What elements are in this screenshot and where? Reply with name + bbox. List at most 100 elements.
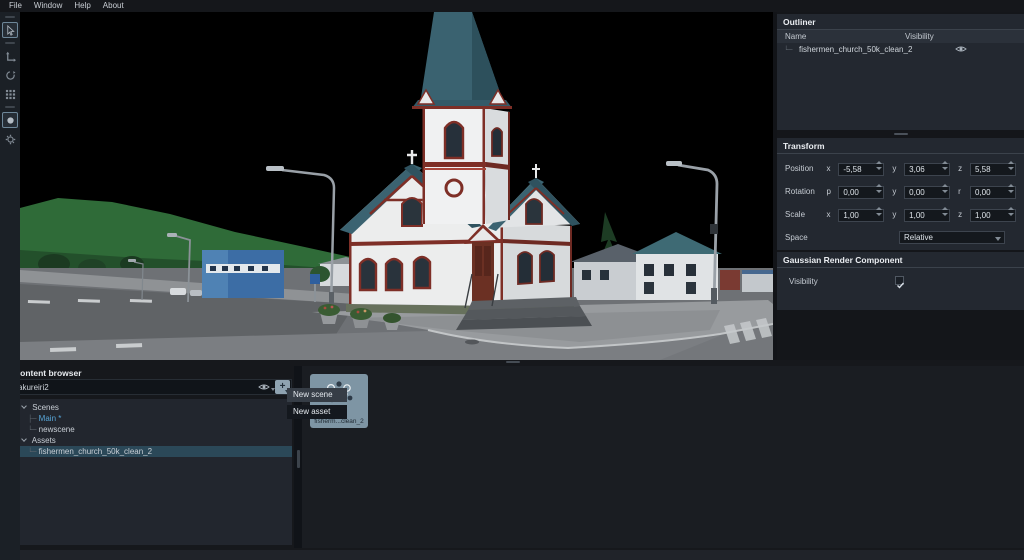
spinner-icon[interactable]: [1008, 207, 1014, 216]
axis-x-label: x: [826, 164, 838, 173]
space-value: Relative: [904, 233, 933, 242]
horizontal-splitter[interactable]: [506, 361, 520, 363]
axis-y-label: y: [892, 187, 904, 196]
scale-tool-button[interactable]: [2, 86, 18, 102]
viewport-3d[interactable]: [20, 12, 773, 360]
move-axes-icon: [5, 51, 16, 62]
content-filter-row: +: [12, 379, 292, 395]
menu-help[interactable]: Help: [69, 0, 95, 12]
rotation-label: Rotation: [785, 187, 826, 196]
toolbar-separator: [5, 16, 15, 18]
select-tool-button[interactable]: [2, 22, 18, 38]
column-name[interactable]: Name: [785, 32, 806, 41]
axis-p-label: p: [826, 187, 838, 196]
rotate-tool-button[interactable]: [2, 67, 18, 83]
tree-group-scenes[interactable]: Scenes: [12, 402, 292, 413]
outliner-row[interactable]: └─ fishermen_church_50k_clean_2: [777, 43, 1024, 56]
menu-item-new-asset[interactable]: New asset: [287, 405, 347, 419]
spinner-icon[interactable]: [876, 161, 882, 170]
toolbar-separator: [5, 42, 15, 44]
position-label: Position: [785, 164, 826, 173]
translate-tool-button[interactable]: [2, 48, 18, 64]
gaussian-component-title: Gaussian Render Component: [777, 252, 1024, 268]
tree-tee-icon: ├─: [28, 415, 36, 423]
visibility-checkbox[interactable]: [895, 276, 904, 285]
visibility-label: Visibility: [789, 277, 818, 286]
spinner-icon[interactable]: [1008, 184, 1014, 193]
content-browser-title: Content browser: [10, 366, 294, 380]
content-filter-input[interactable]: [13, 383, 257, 392]
scenes-group-label[interactable]: Scenes: [32, 403, 59, 412]
content-browser-panel: Content browser + Scenes ├─ Main * └─: [10, 366, 294, 548]
spinner-icon[interactable]: [942, 207, 948, 216]
cursor-icon: [5, 25, 16, 36]
scale-label: Scale: [785, 210, 826, 219]
space-label: Space: [785, 233, 827, 242]
assets-group-label[interactable]: Assets: [32, 436, 56, 445]
visibility-eye-icon[interactable]: [955, 45, 967, 55]
chevron-down-icon: [995, 237, 1001, 241]
tool-sidebar: [0, 12, 20, 560]
toolbar-separator: [5, 106, 15, 108]
tree-elbow-icon: └─: [28, 426, 36, 434]
outliner-item-label[interactable]: fishermen_church_50k_clean_2: [799, 45, 912, 54]
spinner-icon[interactable]: [942, 161, 948, 170]
axis-y-label: y: [892, 210, 904, 219]
check-icon: [896, 281, 905, 290]
grid-icon: [5, 89, 16, 100]
spinner-icon[interactable]: [942, 184, 948, 193]
position-row: Position x y z: [777, 161, 1024, 175]
transform-title: Transform: [777, 138, 1024, 154]
spinner-icon[interactable]: [876, 184, 882, 193]
tree-elbow-icon: └─: [784, 46, 792, 54]
chevron-down-icon: [21, 403, 27, 409]
column-visibility[interactable]: Visibility: [905, 32, 934, 41]
bottom-dock: Content browser + Scenes ├─ Main * └─: [0, 360, 1024, 560]
tree-item-newscene[interactable]: └─ newscene: [12, 424, 292, 435]
axis-r-label: r: [958, 187, 970, 196]
axis-z-label: z: [958, 164, 970, 173]
gaussian-splat-render: [20, 12, 773, 360]
gaussian-points-tool-button[interactable]: [2, 112, 18, 128]
rotation-row: Rotation p y r: [777, 184, 1024, 198]
scale-row: Scale x y z: [777, 207, 1024, 221]
chevron-down-icon: [271, 388, 275, 391]
asset-grid-area[interactable]: fisherm...clean_2: [302, 366, 1024, 548]
panel-splitter[interactable]: [777, 131, 1024, 137]
asset-item-label[interactable]: fishermen_church_50k_clean_2: [39, 447, 152, 456]
filter-visibility-button[interactable]: [257, 381, 275, 393]
menu-window[interactable]: Window: [29, 0, 67, 12]
tree-group-assets[interactable]: Assets: [12, 435, 292, 446]
transform-section: Transform Position x y z Rotation p y r …: [777, 138, 1024, 250]
space-row: Space Relative: [777, 230, 1024, 244]
gaussian-component-section: Gaussian Render Component Visibility: [777, 252, 1024, 310]
chevron-down-icon: [21, 436, 27, 442]
scene-main-label[interactable]: Main *: [39, 414, 62, 423]
outliner-column-header: Name Visibility: [777, 30, 1024, 43]
outliner-section: Outliner Name Visibility └─ fishermen_ch…: [777, 14, 1024, 130]
context-menu: New scene New asset: [287, 388, 347, 422]
axis-z-label: z: [958, 210, 970, 219]
spinner-icon[interactable]: [876, 207, 882, 216]
scrollbar-thumb[interactable]: [297, 450, 300, 468]
menu-file[interactable]: File: [4, 0, 27, 12]
scene-newscene-label[interactable]: newscene: [39, 425, 75, 434]
gear-icon: [5, 134, 16, 145]
tree-item-fishermen-church[interactable]: └─ fishermen_church_50k_clean_2: [12, 446, 292, 457]
point-icon: [5, 115, 16, 126]
menu-about[interactable]: About: [98, 0, 129, 12]
menu-item-new-scene[interactable]: New scene: [287, 388, 347, 402]
rotate-icon: [5, 70, 16, 81]
tree-item-main[interactable]: ├─ Main *: [12, 413, 292, 424]
eye-icon: [258, 383, 270, 391]
axis-y-label: y: [892, 164, 904, 173]
outliner-title: Outliner: [777, 14, 1024, 30]
window-bottom-strip: [0, 550, 1024, 560]
content-tree: Scenes ├─ Main * └─ newscene Assets └─ f…: [12, 399, 292, 545]
tree-elbow-icon: └─: [28, 448, 36, 456]
settings-tool-button[interactable]: [2, 131, 18, 147]
spinner-icon[interactable]: [1008, 161, 1014, 170]
axis-x-label: x: [826, 210, 838, 219]
menu-bar: File Window Help About: [0, 0, 1024, 12]
space-dropdown[interactable]: Relative: [899, 231, 1005, 244]
